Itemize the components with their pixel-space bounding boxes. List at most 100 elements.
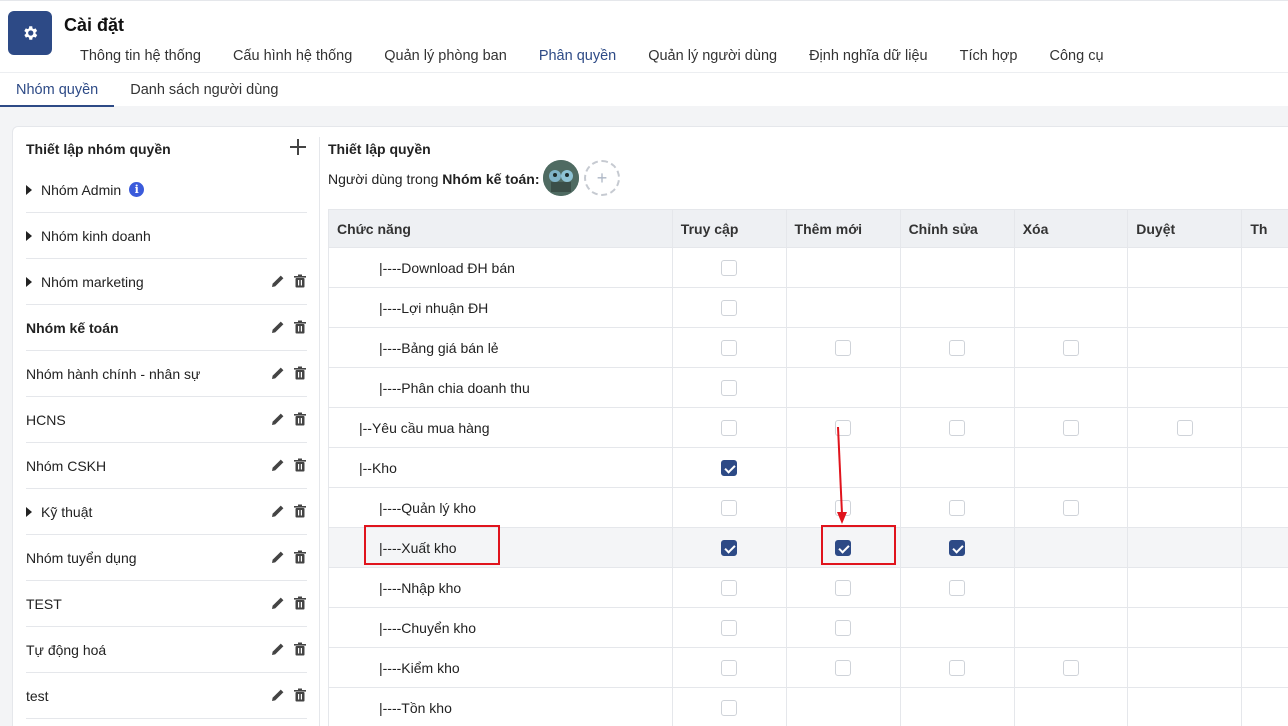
permission-checkbox[interactable]: [949, 580, 966, 597]
permission-checkbox[interactable]: [721, 460, 738, 477]
permission-checkbox[interactable]: [949, 340, 966, 357]
group-item-test[interactable]: TEST: [26, 581, 307, 627]
gear-icon[interactable]: [8, 11, 52, 55]
tab-quan-ly-phong-ban[interactable]: Quản lý phòng ban: [368, 41, 523, 74]
edit-icon[interactable]: [271, 274, 285, 288]
group-item-label: TEST: [26, 595, 62, 612]
trash-icon[interactable]: [293, 642, 307, 656]
function-name-cell: |----Phân chia doanh thu: [328, 367, 673, 408]
group-item-test[interactable]: test: [26, 673, 307, 719]
permission-cell: [671, 687, 787, 726]
group-item-tu-dong-hoa[interactable]: Tự động hoá: [26, 627, 307, 673]
tab-dinh-nghia-du-lieu[interactable]: Định nghĩa dữ liệu: [793, 41, 944, 74]
permission-cell: [671, 527, 787, 568]
add-group-icon[interactable]: [288, 137, 308, 157]
trash-icon[interactable]: [293, 274, 307, 288]
permission-checkbox[interactable]: [835, 620, 852, 637]
group-item-nhom-kinh-doanh[interactable]: Nhóm kinh doanh: [26, 213, 307, 259]
permission-cell: [899, 487, 1015, 528]
permission-checkbox[interactable]: [835, 500, 852, 517]
caret-right-icon[interactable]: [26, 184, 32, 195]
table-row: |----Download ĐH bán: [328, 247, 1288, 288]
tab-quan-ly-nguoi-dung[interactable]: Quản lý người dùng: [632, 41, 793, 74]
edit-icon[interactable]: [271, 504, 285, 518]
permission-cell: [1127, 487, 1243, 528]
edit-icon[interactable]: [271, 458, 285, 472]
permission-cell: [1127, 607, 1243, 648]
edit-icon[interactable]: [271, 550, 285, 564]
permission-checkbox[interactable]: [721, 260, 738, 277]
info-icon[interactable]: i: [129, 182, 145, 197]
group-item-nhom-cskh[interactable]: Nhóm CSKH: [26, 443, 307, 489]
group-item-ky-thuat[interactable]: Kỹ thuật: [26, 489, 307, 535]
permission-checkbox[interactable]: [1062, 660, 1079, 677]
permission-checkbox[interactable]: [1176, 420, 1193, 437]
permission-checkbox[interactable]: [721, 660, 738, 677]
edit-icon[interactable]: [271, 688, 285, 702]
tab-thong-tin-he-thong[interactable]: Thông tin hệ thống: [64, 41, 217, 74]
permission-checkbox[interactable]: [721, 420, 738, 437]
permission-checkbox[interactable]: [949, 540, 966, 557]
trash-icon[interactable]: [293, 320, 307, 334]
group-item-hcns[interactable]: HCNS: [26, 397, 307, 443]
permission-checkbox[interactable]: [835, 340, 852, 357]
tab-phan-quyen[interactable]: Phân quyền: [522, 41, 633, 74]
permission-checkbox[interactable]: [949, 500, 966, 517]
main-tab-bar: Thông tin hệ thống Cấu hình hệ thống Quản …: [64, 41, 1120, 74]
permission-checkbox[interactable]: [835, 580, 852, 597]
group-item-nhom-ke-toan[interactable]: Nhóm kế toán: [26, 305, 307, 351]
permission-cell: [1013, 567, 1129, 608]
permission-checkbox[interactable]: [949, 660, 966, 677]
edit-icon[interactable]: [271, 412, 285, 426]
permission-checkbox[interactable]: [721, 700, 738, 717]
subtab-danh-sach-nguoi-dung[interactable]: Danh sách người dùng: [114, 73, 294, 107]
add-user-button[interactable]: +: [584, 160, 620, 196]
permission-cell: [671, 327, 787, 368]
permission-checkbox[interactable]: [949, 420, 966, 437]
permission-checkbox[interactable]: [721, 340, 738, 357]
edit-icon[interactable]: [271, 596, 285, 610]
permission-cell: [671, 607, 787, 648]
permission-checkbox[interactable]: [721, 580, 738, 597]
trash-icon[interactable]: [293, 458, 307, 472]
permission-checkbox[interactable]: [835, 660, 852, 677]
group-item-nhom-tuyen-dung[interactable]: Nhóm tuyển dụng: [26, 535, 307, 581]
edit-icon[interactable]: [271, 642, 285, 656]
subtab-nhom-quyen[interactable]: Nhóm quyền: [0, 73, 115, 107]
permission-cell: [899, 367, 1015, 408]
trash-icon[interactable]: [293, 596, 307, 610]
permission-checkbox[interactable]: [721, 380, 738, 397]
trash-icon[interactable]: [293, 412, 307, 426]
edit-icon[interactable]: [271, 320, 285, 334]
permission-cell: [899, 567, 1015, 608]
trash-icon[interactable]: [293, 688, 307, 702]
group-item-nhom-marketing[interactable]: Nhóm marketing: [26, 259, 307, 305]
tab-cau-hinh-he-thong[interactable]: Cấu hình hệ thống: [217, 41, 368, 74]
group-item-nhom-hanh-chinh-nhan-su[interactable]: Nhóm hành chính - nhân sự: [26, 351, 307, 397]
permission-checkbox[interactable]: [1062, 340, 1079, 357]
table-row: |----Lợi nhuận ĐH: [328, 287, 1288, 328]
caret-right-icon[interactable]: [26, 230, 32, 241]
permission-cell: [899, 287, 1015, 328]
permission-checkbox[interactable]: [721, 500, 738, 517]
permission-checkbox[interactable]: [1062, 420, 1079, 437]
permission-checkbox[interactable]: [721, 300, 738, 317]
edit-icon[interactable]: [271, 366, 285, 380]
function-name-cell: |----Quản lý kho: [328, 487, 673, 528]
group-item-nhom-admin[interactable]: Nhóm Admin i: [26, 167, 307, 213]
trash-icon[interactable]: [293, 550, 307, 564]
permission-cell: [785, 247, 901, 288]
caret-right-icon[interactable]: [26, 276, 32, 287]
page-title: Cài đặt: [64, 15, 125, 35]
permission-checkbox[interactable]: [835, 420, 852, 437]
trash-icon[interactable]: [293, 366, 307, 380]
permission-checkbox[interactable]: [721, 620, 738, 637]
avatar[interactable]: [543, 160, 579, 196]
group-row-actions: [271, 504, 307, 518]
caret-right-icon[interactable]: [26, 506, 32, 517]
permission-checkbox[interactable]: [1062, 500, 1079, 517]
trash-icon[interactable]: [293, 504, 307, 518]
tab-tich-hop[interactable]: Tích hợp: [944, 41, 1034, 74]
permission-checkbox[interactable]: [721, 540, 738, 557]
tab-cong-cu[interactable]: Công cụ: [1034, 41, 1120, 74]
